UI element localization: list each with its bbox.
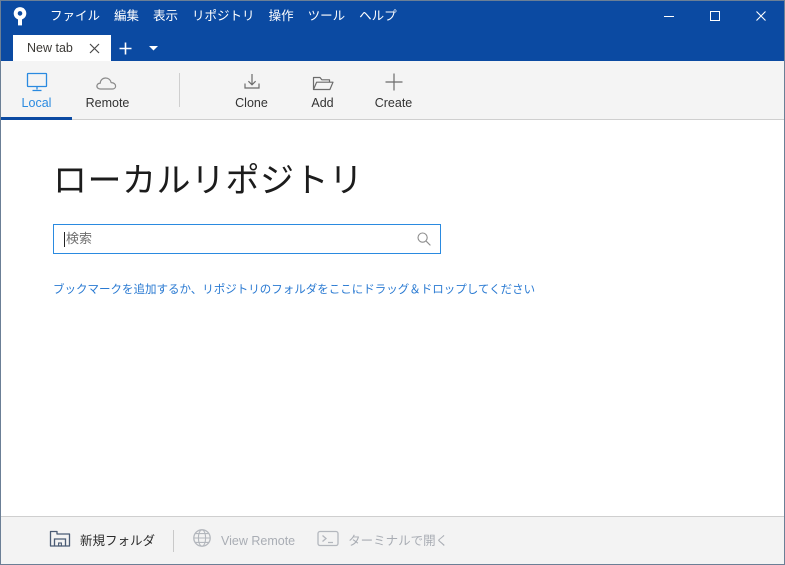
new-tab-button[interactable] [111, 35, 141, 61]
main-content: ローカルリポジトリ 検索 ブックマークを追加するか、リポジトリのフォルダをここに… [1, 120, 784, 516]
tab-new-tab[interactable]: New tab [13, 35, 111, 61]
menu-repository[interactable]: リポジトリ [185, 4, 262, 28]
menu-edit[interactable]: 編集 [107, 4, 146, 28]
minimize-button[interactable] [646, 1, 692, 31]
sourcetree-logo-icon [7, 1, 33, 31]
toolbar-gap [143, 61, 179, 119]
toolbar-item-remote[interactable]: Remote [72, 61, 143, 119]
open-folder-icon [310, 69, 336, 93]
new-folder-label: 新規フォルダ [80, 533, 156, 548]
terminal-icon [317, 530, 339, 552]
app-window: ファイル 編集 表示 リポジトリ 操作 ツール ヘルプ New tab Loca… [0, 0, 785, 565]
toolbar-item-local[interactable]: Local [1, 61, 72, 120]
view-remote-label: View Remote [221, 533, 296, 548]
window-controls [646, 1, 784, 31]
close-button[interactable] [738, 1, 784, 31]
menu-tools[interactable]: ツール [301, 4, 353, 28]
open-terminal-label: ターミナルで開く [348, 533, 449, 548]
view-remote-button[interactable]: View Remote [192, 528, 295, 553]
toolbar-item-create[interactable]: Create [358, 61, 429, 119]
main-toolbar: Local Remote Clone Add Create [1, 61, 784, 120]
globe-icon [192, 528, 212, 553]
download-arrow-icon [240, 69, 264, 93]
new-folder-button[interactable]: 新規フォルダ [49, 529, 155, 553]
open-terminal-button[interactable]: ターミナルで開く [317, 530, 448, 552]
toolbar-gap-2 [180, 61, 216, 119]
menu-bar: ファイル 編集 表示 リポジトリ 操作 ツール ヘルプ [43, 4, 404, 28]
cloud-icon [95, 69, 121, 93]
empty-state-hint: ブックマークを追加するか、リポジトリのフォルダをここにドラッグ＆ドロップしてくだ… [53, 284, 536, 296]
close-icon[interactable] [87, 40, 103, 56]
page-title: ローカルリポジトリ [53, 162, 364, 200]
toolbar-label-local: Local [21, 96, 52, 110]
toolbar-label-add: Add [311, 96, 334, 110]
title-bar: ファイル 編集 表示 リポジトリ 操作 ツール ヘルプ [1, 1, 784, 31]
search-input[interactable]: 検索 [53, 224, 441, 254]
tab-strip: New tab [1, 31, 784, 61]
toolbar-label-clone: Clone [235, 96, 268, 110]
menu-help[interactable]: ヘルプ [352, 4, 404, 28]
bottom-bar: 新規フォルダ View Remote ターミナルで開く [1, 516, 784, 564]
menu-file[interactable]: ファイル [43, 4, 107, 28]
text-caret [64, 231, 65, 247]
monitor-icon [25, 69, 49, 93]
search-icon[interactable] [416, 231, 432, 247]
new-folder-icon [49, 529, 71, 553]
search-placeholder: 検索 [66, 231, 93, 246]
toolbar-item-clone[interactable]: Clone [216, 61, 287, 119]
maximize-button[interactable] [692, 1, 738, 31]
toolbar-item-add[interactable]: Add [287, 61, 358, 119]
bottom-bar-separator [173, 529, 175, 552]
toolbar-label-remote: Remote [85, 96, 130, 110]
plus-icon [383, 69, 405, 93]
menu-view[interactable]: 表示 [146, 4, 185, 28]
menu-actions[interactable]: 操作 [262, 4, 301, 28]
chevron-down-icon[interactable] [141, 35, 167, 61]
tab-label: New tab [27, 41, 73, 55]
toolbar-label-create: Create [374, 96, 413, 110]
